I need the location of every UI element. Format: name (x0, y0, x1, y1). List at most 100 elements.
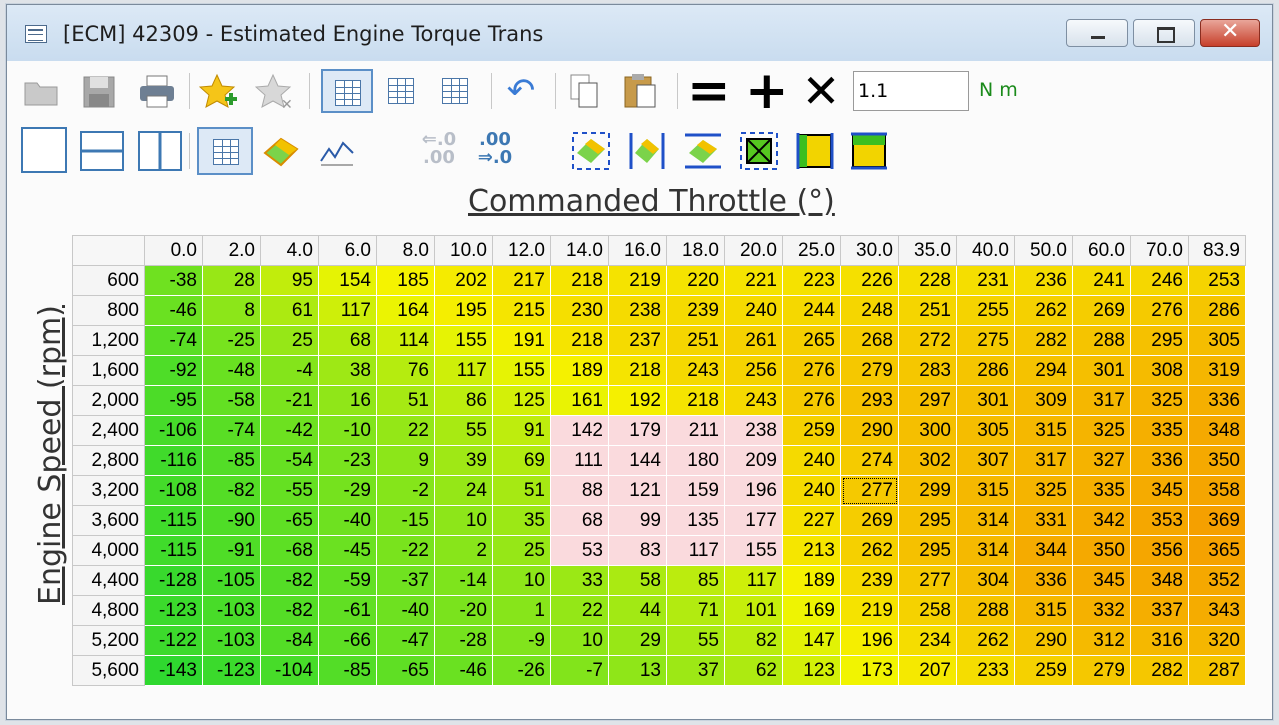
table-cell[interactable]: -116 (144, 445, 203, 476)
table-cell[interactable]: -115 (144, 535, 203, 566)
table-cell[interactable]: 86 (434, 385, 493, 416)
table-cell[interactable]: 196 (724, 475, 783, 506)
fill-columns-icon[interactable] (795, 131, 835, 171)
table-cell[interactable]: 1 (492, 595, 551, 626)
table-cell[interactable]: 288 (1072, 325, 1131, 356)
table-cell[interactable]: 161 (550, 385, 609, 416)
table-cell[interactable]: 274 (840, 445, 899, 476)
table-cell[interactable]: 337 (1130, 595, 1189, 626)
table-cell[interactable]: -28 (434, 625, 493, 656)
table-cell[interactable]: -54 (260, 445, 319, 476)
table-cell[interactable]: 240 (782, 445, 841, 476)
table-cell[interactable]: 44 (608, 595, 667, 626)
column-header[interactable]: 0.0 (144, 235, 203, 266)
table-cell[interactable]: 155 (724, 535, 783, 566)
table-cell[interactable]: 282 (1014, 325, 1073, 356)
table-cell[interactable]: 315 (1014, 415, 1073, 446)
table-cell[interactable]: -115 (144, 505, 203, 536)
table-cell[interactable]: 282 (1130, 655, 1189, 686)
row-header[interactable]: 4,800 (72, 595, 145, 626)
table-cell[interactable]: 155 (492, 355, 551, 386)
table-cell[interactable]: 51 (492, 475, 551, 506)
table-cell[interactable]: 28 (202, 265, 261, 296)
table-cell[interactable]: 10 (492, 565, 551, 596)
table-cell[interactable]: -68 (260, 535, 319, 566)
table-cell[interactable]: 16 (318, 385, 377, 416)
table-cell[interactable]: 218 (608, 355, 667, 386)
table-cell[interactable]: 189 (782, 565, 841, 596)
table-compare-icon[interactable] (381, 71, 421, 111)
table-cell[interactable]: 76 (376, 355, 435, 386)
table-cell[interactable]: 293 (840, 385, 899, 416)
table-cell[interactable]: 231 (956, 265, 1015, 296)
table-cell[interactable]: 88 (550, 475, 609, 506)
table-cell[interactable]: 312 (1072, 625, 1131, 656)
table-cell[interactable]: 179 (608, 415, 667, 446)
table-cell[interactable]: 192 (608, 385, 667, 416)
equals-icon[interactable]: = (687, 65, 731, 117)
table-cell[interactable]: 241 (1072, 265, 1131, 296)
table-cell[interactable]: -90 (202, 505, 261, 536)
table-cell[interactable]: 95 (260, 265, 319, 296)
column-header[interactable]: 50.0 (1014, 235, 1073, 266)
table-cell[interactable]: 294 (1014, 355, 1073, 386)
table-cell[interactable]: 238 (724, 415, 783, 446)
table-cell[interactable]: -9 (492, 625, 551, 656)
table-cell[interactable]: 117 (724, 565, 783, 596)
multiply-icon[interactable]: ✕ (801, 68, 841, 114)
paste-icon[interactable] (621, 71, 661, 111)
row-header[interactable]: 5,200 (72, 625, 145, 656)
table-cell[interactable]: 295 (898, 535, 957, 566)
table-cell[interactable]: 68 (318, 325, 377, 356)
table-cell[interactable]: 164 (376, 295, 435, 326)
close-button[interactable]: ✕ (1200, 19, 1260, 47)
table-cell[interactable]: 189 (550, 355, 609, 386)
table-cell[interactable]: 211 (666, 415, 725, 446)
table-cell[interactable]: 290 (840, 415, 899, 446)
column-header[interactable]: 18.0 (666, 235, 725, 266)
table-cell[interactable]: 228 (898, 265, 957, 296)
undo-icon[interactable]: ↶ (501, 71, 541, 111)
table-cell[interactable]: 239 (666, 295, 725, 326)
table-cell[interactable]: -143 (144, 655, 203, 686)
split-horizontal-icon[interactable] (79, 129, 125, 173)
table-cell[interactable]: -15 (376, 505, 435, 536)
table-cell[interactable]: 227 (782, 505, 841, 536)
decrease-decimals-icon[interactable]: ⇐.0 .00 (415, 131, 463, 171)
table-cell[interactable]: 117 (666, 535, 725, 566)
table-cell[interactable]: 325 (1130, 385, 1189, 416)
table-cell[interactable]: 58 (608, 565, 667, 596)
value-input[interactable] (853, 71, 969, 111)
table-cell[interactable]: 262 (840, 535, 899, 566)
table-cell[interactable]: -106 (144, 415, 203, 446)
table-cell[interactable]: -47 (376, 625, 435, 656)
plus-icon[interactable]: + (745, 65, 789, 117)
table-cell[interactable]: 262 (1014, 295, 1073, 326)
row-header[interactable]: 4,000 (72, 535, 145, 566)
print-icon[interactable] (137, 71, 177, 111)
table-cell[interactable]: 299 (898, 475, 957, 506)
table-cell[interactable]: 8 (202, 295, 261, 326)
table-cell[interactable]: 25 (260, 325, 319, 356)
table-cell[interactable]: 319 (1188, 355, 1246, 386)
column-header[interactable]: 35.0 (898, 235, 957, 266)
row-header[interactable]: 800 (72, 295, 145, 326)
table-cell[interactable]: 62 (724, 655, 783, 686)
table-cell[interactable]: -55 (260, 475, 319, 506)
row-header[interactable]: 5,600 (72, 655, 145, 686)
table-cell[interactable]: 35 (492, 505, 551, 536)
table-cell[interactable]: 236 (1014, 265, 1073, 296)
table-cell[interactable]: -66 (318, 625, 377, 656)
table-cell[interactable]: 308 (1130, 355, 1189, 386)
table-cell[interactable]: 309 (1014, 385, 1073, 416)
row-header[interactable]: 3,600 (72, 505, 145, 536)
table-cell[interactable]: 265 (782, 325, 841, 356)
table-cell[interactable]: -40 (318, 505, 377, 536)
table-cell[interactable]: 251 (898, 295, 957, 326)
table-cell[interactable]: -22 (376, 535, 435, 566)
table-cell[interactable]: 331 (1014, 505, 1073, 536)
table-cell[interactable]: -29 (318, 475, 377, 506)
table-cell[interactable]: -4 (260, 355, 319, 386)
table-cell[interactable]: 10 (434, 505, 493, 536)
column-header[interactable]: 70.0 (1130, 235, 1189, 266)
